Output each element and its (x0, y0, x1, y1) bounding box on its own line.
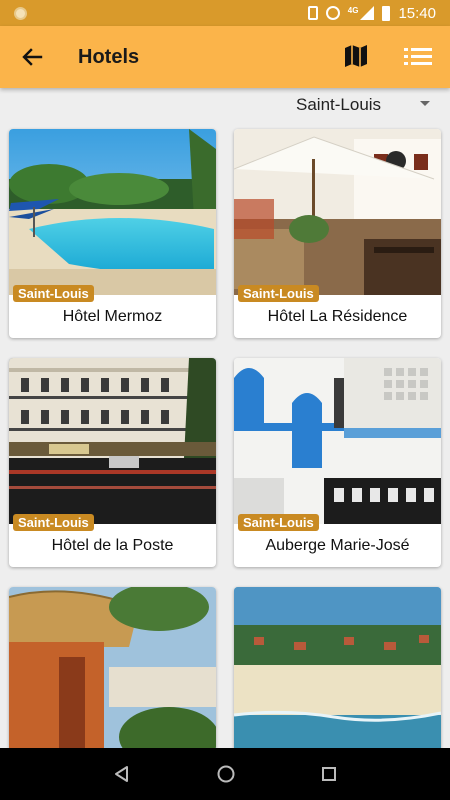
alarm-icon (325, 6, 340, 20)
list-icon (404, 48, 432, 65)
hotel-photo (9, 587, 216, 753)
nav-back-icon[interactable] (113, 765, 131, 783)
dropdown-caret-icon (420, 101, 430, 106)
status-icons: 4G 15:40 (307, 4, 436, 22)
city-badge: Saint-Louis (238, 514, 319, 531)
map-view-button[interactable] (340, 40, 372, 72)
city-dropdown-value: Saint-Louis (296, 95, 382, 114)
system-nav-bar (0, 748, 450, 800)
hotel-card[interactable]: Saint-Louis Hôtel de la Poste (9, 358, 216, 567)
map-icon (345, 45, 367, 67)
city-badge: Saint-Louis (13, 514, 94, 531)
list-view-button[interactable] (402, 40, 434, 72)
app-bar: Hotels (0, 26, 450, 88)
vibrate-icon (307, 6, 318, 20)
back-button[interactable] (0, 26, 64, 88)
hotel-card[interactable]: Saint-Louis Hôtel Mermoz (9, 129, 216, 338)
hotel-card[interactable]: Saint-Louis Auberge Marie-José (234, 358, 441, 567)
city-dropdown[interactable]: Saint-Louis (284, 90, 434, 120)
status-bar: 4G 15:40 (0, 0, 450, 26)
back-arrow-icon (22, 48, 43, 66)
page-title: Hotels (78, 45, 140, 68)
clock: 15:40 (398, 4, 436, 22)
notification-icon (14, 6, 27, 20)
hotel-photo (234, 587, 441, 753)
hotel-card[interactable]: Saint-Louis Hôtel La Résidence (234, 129, 441, 338)
battery-icon (382, 5, 391, 21)
nav-home-icon[interactable] (216, 764, 236, 784)
signal-icon (360, 6, 375, 20)
nav-recents-icon[interactable] (321, 766, 337, 782)
hotel-photo (234, 129, 441, 295)
network-type: 4G (347, 5, 359, 15)
city-badge: Saint-Louis (13, 285, 94, 302)
hotel-photo (9, 358, 216, 524)
city-badge: Saint-Louis (238, 285, 319, 302)
hotel-photo (9, 129, 216, 295)
hotel-photo (234, 358, 441, 524)
